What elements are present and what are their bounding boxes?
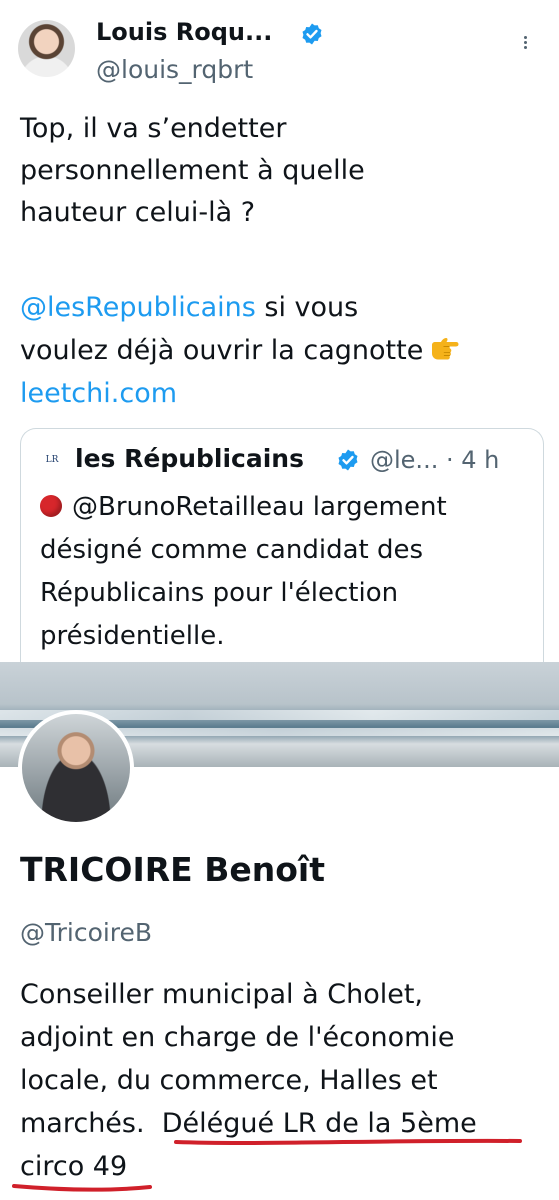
bio-text: marchés. <box>20 1108 145 1139</box>
quote-mention: @BrunoRetailleau <box>72 492 305 522</box>
quote-timestamp[interactable]: · 4 h <box>446 446 499 474</box>
profile-name: TRICOIRE Benoît <box>20 850 325 889</box>
pointing-right-emoji-icon <box>432 338 459 360</box>
verified-badge-icon <box>338 449 358 471</box>
bio-line: circo 49 <box>20 1151 128 1182</box>
author-handle[interactable]: @louis_rqbrt <box>96 55 253 84</box>
tweet-text-line: hauteur celui-là ? <box>20 197 256 228</box>
quote-text-line: présidentielle. <box>40 621 225 651</box>
tweet-text-line: voulez déjà ouvrir la cagnotte <box>20 332 459 369</box>
mention-link[interactable]: @lesRepublicains <box>20 292 256 323</box>
tweet-text-line: personnellement à quelle <box>20 155 365 186</box>
quote-author-name[interactable]: les Républicains <box>75 444 304 473</box>
quote-author-avatar[interactable]: LR <box>40 448 64 472</box>
quote-author-handle[interactable]: @le... <box>370 446 438 474</box>
quote-meta: @le... · 4 h <box>370 446 499 474</box>
author-name[interactable]: Louis Roqu... <box>96 18 272 46</box>
profile-handle: @TricoireB <box>20 918 153 947</box>
bio-line: adjoint en charge de l'économie <box>20 1022 455 1053</box>
external-link[interactable]: leetchi.com <box>20 375 177 412</box>
tweet-text-line: Top, il va s’endetter <box>20 113 287 144</box>
tweet-text-line: @lesRepublicains si vous <box>20 289 358 326</box>
bio-line: marchés. Délégué LR de la 5ème <box>20 1101 477 1147</box>
quote-text-line: @BrunoRetailleau largement <box>40 486 447 529</box>
bio-highlighted-text: Délégué LR de la 5ème <box>161 1108 477 1139</box>
quote-text: largement <box>304 492 447 522</box>
quote-text-line: désigné comme candidat des <box>40 535 424 565</box>
profile-avatar[interactable] <box>18 710 134 826</box>
tweet-text: si vous <box>255 292 359 323</box>
tweet-text: voulez déjà ouvrir la cagnotte <box>20 335 424 366</box>
quote-text-line: Républicains pour l'élection <box>40 578 399 608</box>
bio-line: Conseiller municipal à Cholet, <box>20 979 423 1010</box>
bio-line: locale, du commerce, Halles et <box>20 1065 438 1096</box>
author-avatar[interactable] <box>18 20 75 77</box>
more-options-icon[interactable] <box>519 34 531 58</box>
red-circle-emoji-icon <box>40 495 62 517</box>
verified-badge-icon <box>302 23 322 45</box>
